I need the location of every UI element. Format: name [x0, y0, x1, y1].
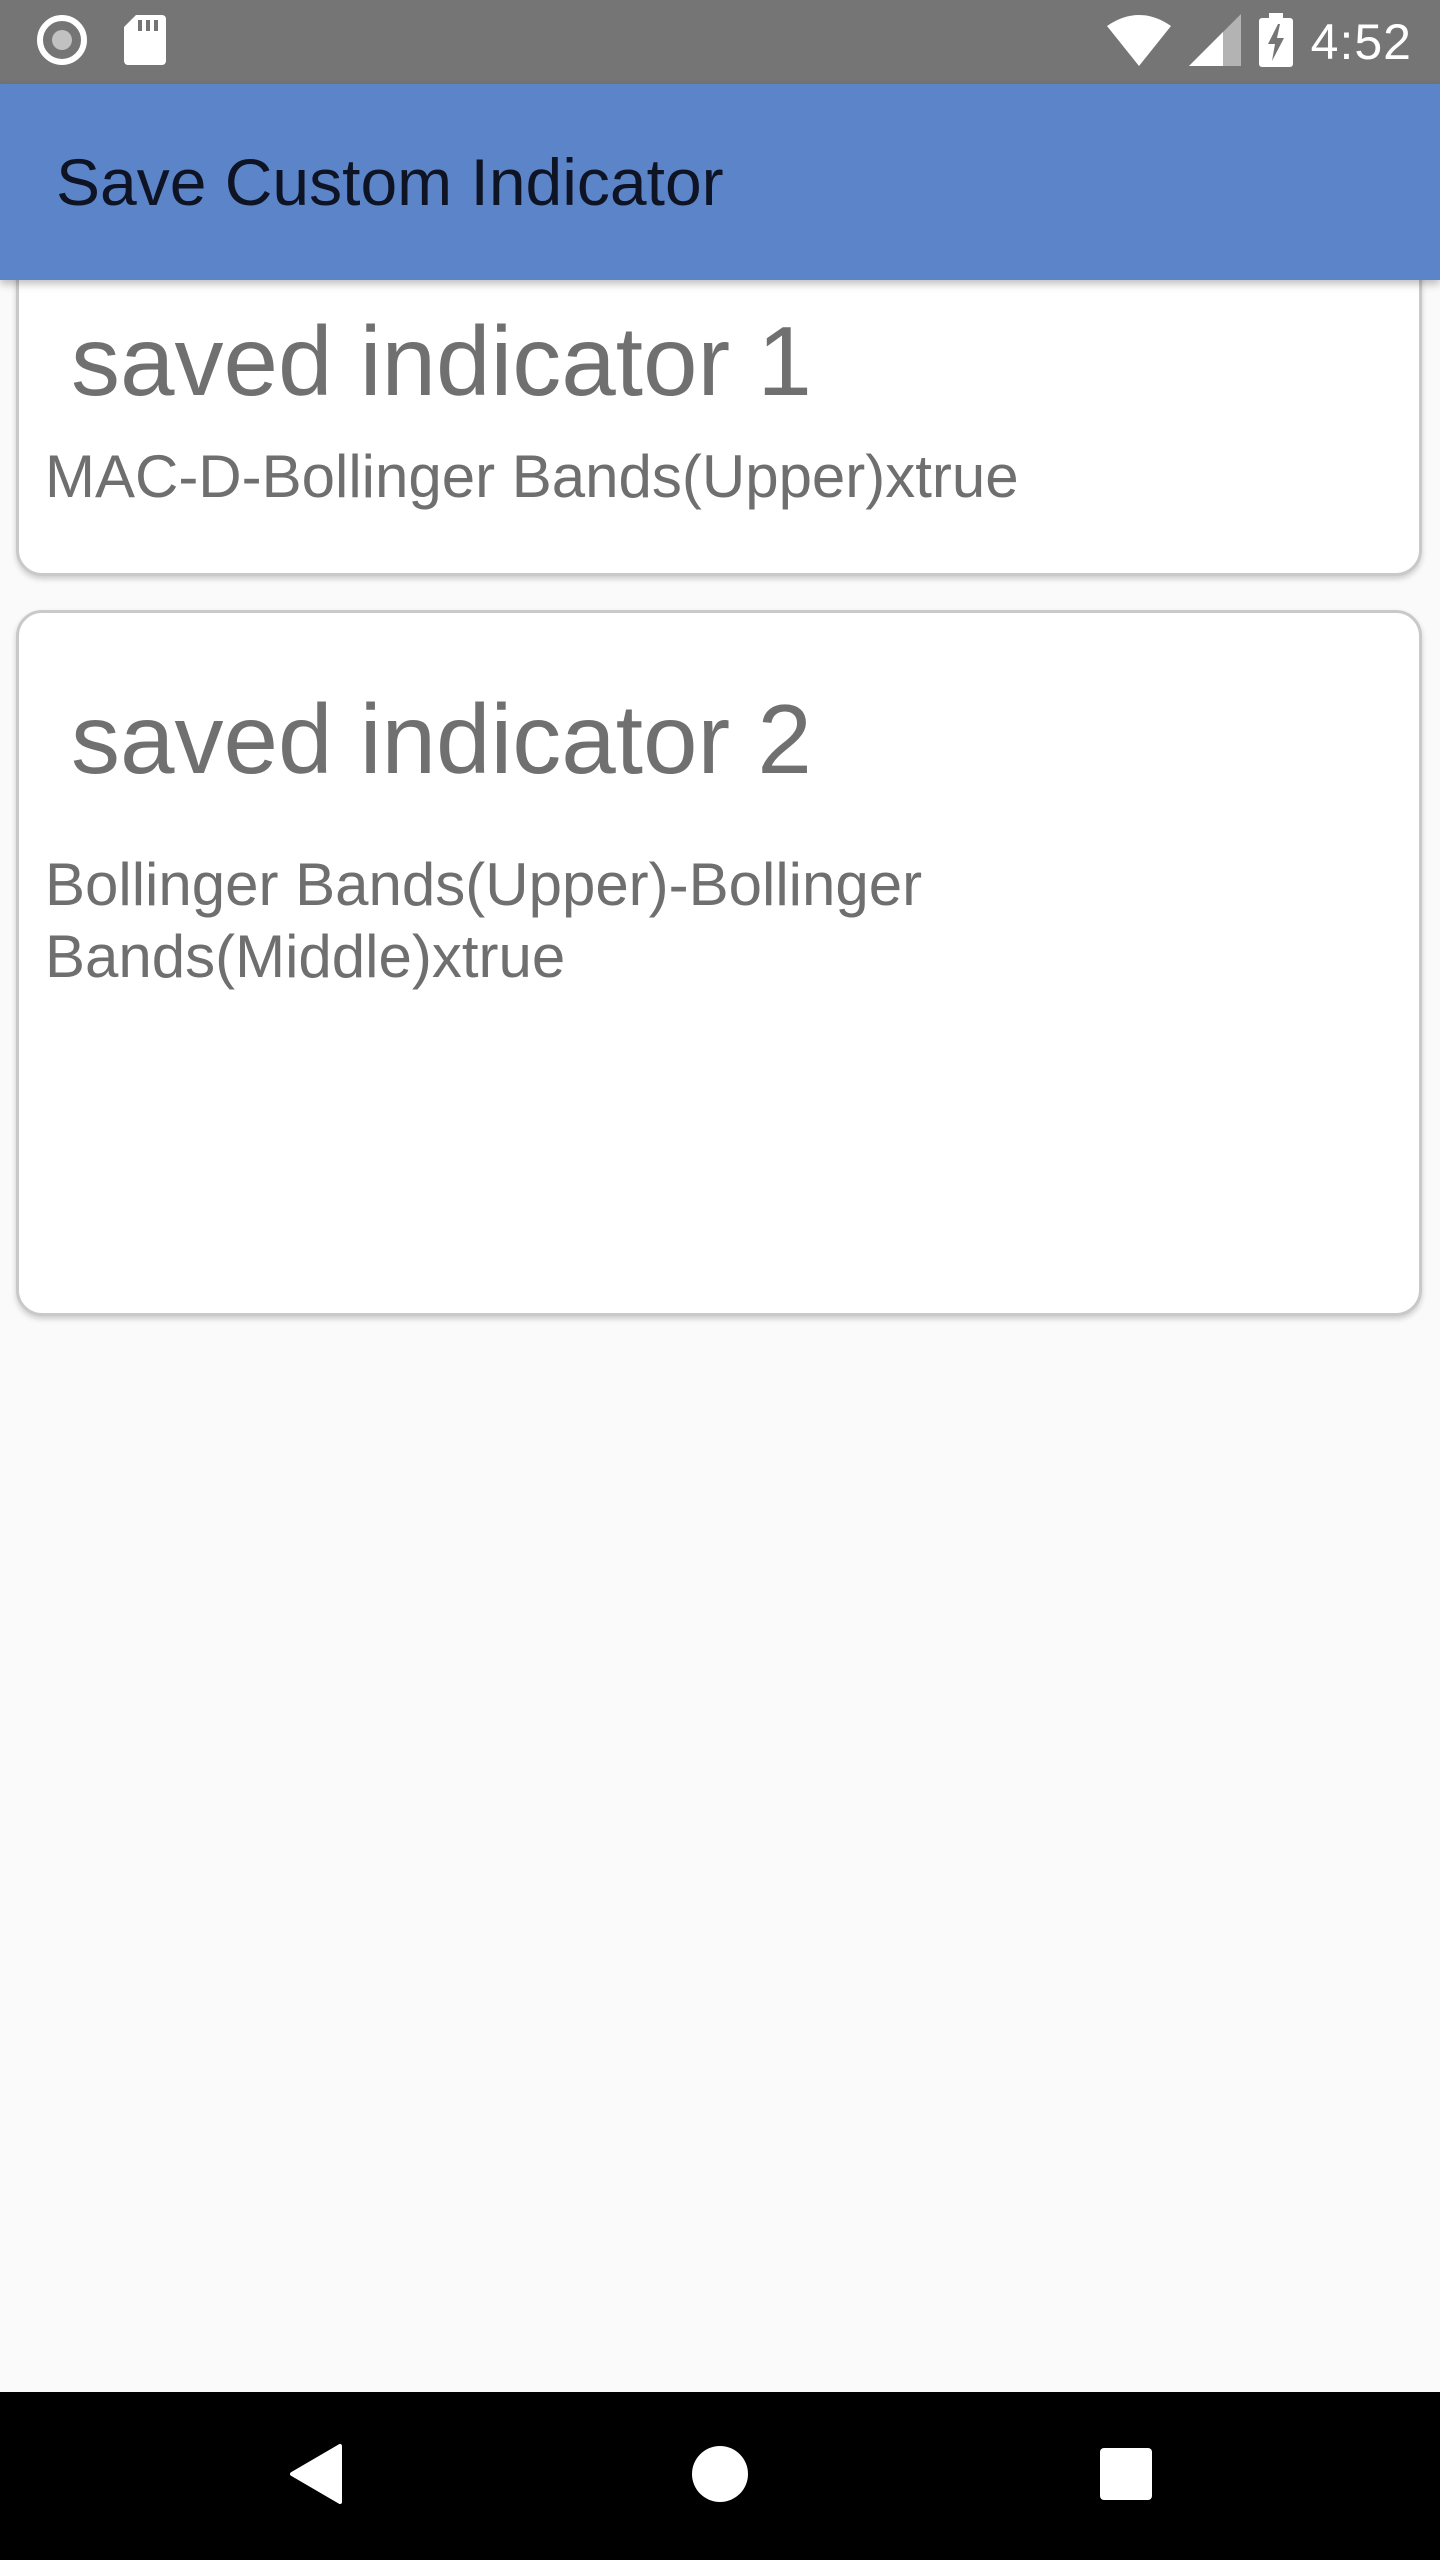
status-bar-right: 4:52: [1106, 0, 1412, 84]
recents-icon: [1099, 2447, 1153, 2506]
indicator-card[interactable]: saved indicator 2 Bollinger Bands(Upper)…: [16, 610, 1422, 1316]
battery-charging-icon: [1258, 12, 1293, 72]
navigation-bar: [0, 2392, 1440, 2560]
clock: 4:52: [1310, 14, 1412, 70]
indicator-card[interactable]: saved indicator 1 MAC-D-Bollinger Bands(…: [16, 280, 1422, 576]
recents-button[interactable]: [1046, 2392, 1206, 2560]
sd-card-icon: [124, 14, 166, 70]
indicator-title: saved indicator 2: [71, 684, 812, 794]
indicator-title: saved indicator 1: [71, 306, 812, 416]
home-button[interactable]: [640, 2392, 800, 2560]
indicator-description: MAC-D-Bollinger Bands(Upper)xtrue: [45, 443, 1019, 510]
back-icon: [288, 2442, 344, 2511]
indicator-description: Bollinger Bands(Upper)-Bollinger Bands(M…: [45, 851, 923, 990]
indicator-list[interactable]: saved indicator 1 MAC-D-Bollinger Bands(…: [0, 280, 1440, 2392]
wifi-icon: [1106, 14, 1171, 71]
signal-icon: [1188, 13, 1241, 71]
app-bar: Save Custom Indicator: [0, 84, 1440, 280]
page-title: Save Custom Indicator: [56, 145, 724, 219]
status-bar: 4:52: [0, 0, 1440, 84]
record-icon: [36, 14, 88, 71]
back-button[interactable]: [236, 2392, 396, 2560]
home-icon: [691, 2445, 749, 2508]
status-bar-left: [36, 0, 166, 84]
